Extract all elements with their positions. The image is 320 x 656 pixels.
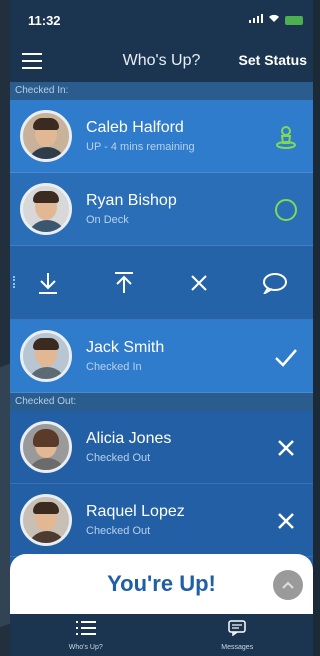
nav-bar: Who's Up? Set Status — [10, 40, 313, 82]
tab-bar: Who's Up? Messages — [10, 614, 313, 656]
set-status-button[interactable]: Set Status — [239, 52, 307, 68]
tab-messages[interactable]: Messages — [162, 614, 314, 656]
checkmark-icon[interactable] — [273, 344, 299, 370]
avatar — [20, 330, 72, 382]
person-location-icon[interactable] — [273, 124, 299, 150]
tab-label: Who's Up? — [68, 643, 103, 651]
youre-up-label: You're Up! — [107, 571, 216, 596]
circle-icon[interactable] — [273, 197, 299, 223]
menu-icon[interactable] — [22, 53, 42, 69]
wifi-icon — [268, 14, 280, 26]
list-item[interactable]: Jack Smith Checked In — [10, 320, 313, 393]
avatar — [20, 421, 72, 473]
move-to-top-icon[interactable] — [110, 269, 138, 297]
close-icon[interactable] — [185, 269, 213, 297]
avatar — [20, 494, 72, 546]
list-item[interactable]: Raquel Lopez Checked Out — [10, 484, 313, 557]
checked-in-header: Checked In: — [10, 82, 313, 100]
list-item[interactable]: Alicia Jones Checked Out — [10, 411, 313, 484]
avatar — [20, 110, 72, 162]
close-icon[interactable] — [273, 508, 299, 534]
close-icon[interactable] — [273, 435, 299, 461]
checked-out-header: Checked Out: — [10, 393, 313, 411]
row-action-bar — [10, 246, 313, 320]
drag-handle-icon[interactable] — [13, 276, 16, 288]
list-item[interactable]: Caleb Halford UP - 4 mins remaining — [10, 100, 313, 173]
battery-icon — [285, 15, 303, 25]
status-time: 11:32 — [28, 12, 61, 28]
status-icons — [249, 14, 303, 26]
list-icon — [75, 620, 96, 641]
tab-label: Messages — [221, 643, 254, 651]
chat-bubble-icon[interactable] — [261, 269, 289, 297]
list-item[interactable]: Ryan Bishop On Deck — [10, 173, 313, 246]
collapse-icon[interactable] — [273, 570, 303, 600]
youre-up-banner[interactable]: You're Up! — [10, 554, 313, 614]
tab-whos-up[interactable]: Who's Up? — [10, 614, 162, 656]
signal-icon — [249, 14, 263, 26]
status-bar: 11:32 — [10, 0, 313, 40]
download-icon[interactable] — [34, 269, 62, 297]
message-icon — [228, 619, 246, 641]
avatar — [20, 183, 72, 235]
